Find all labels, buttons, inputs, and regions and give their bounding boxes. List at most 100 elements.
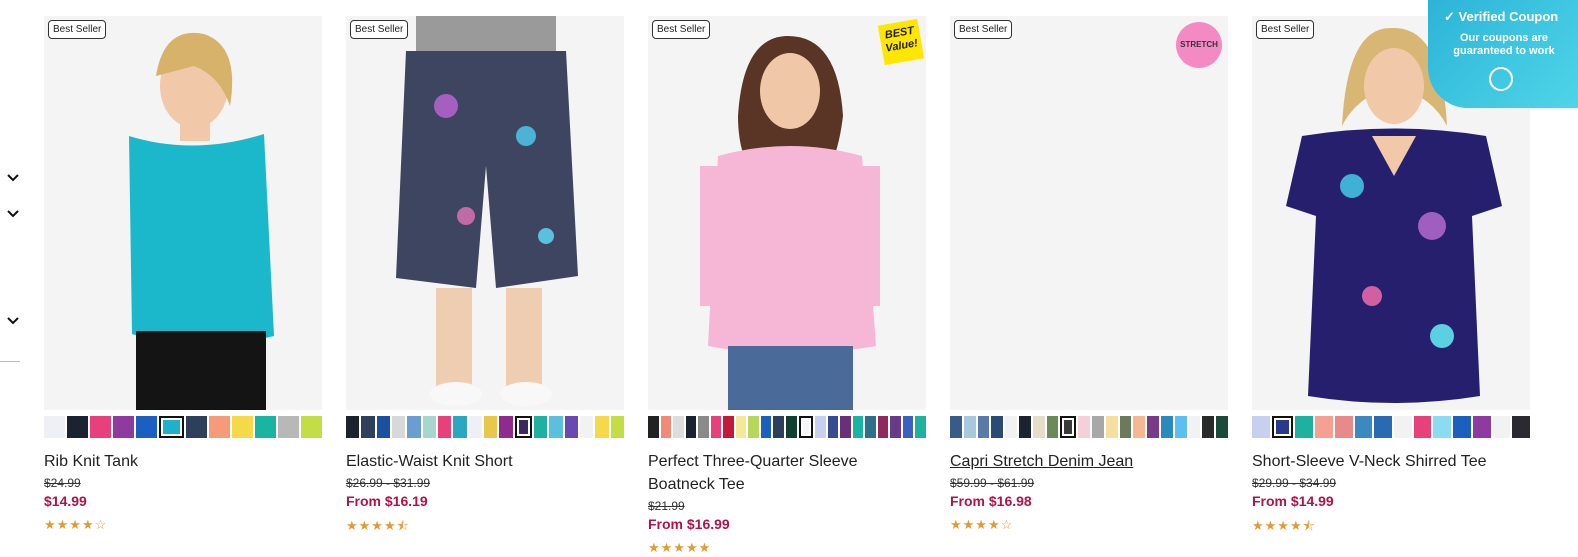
color-swatch[interactable]: [209, 416, 230, 438]
color-swatch[interactable]: [1078, 416, 1090, 438]
coupon-chat-icon[interactable]: [1489, 67, 1513, 91]
color-swatch[interactable]: [915, 416, 927, 438]
color-swatch[interactable]: [1060, 416, 1077, 438]
color-swatch[interactable]: [255, 416, 276, 438]
product-image[interactable]: Best Seller: [346, 16, 624, 410]
color-swatch[interactable]: [1315, 416, 1333, 438]
color-swatch[interactable]: [361, 416, 375, 438]
color-swatch[interactable]: [773, 416, 785, 438]
color-swatch[interactable]: [723, 416, 734, 438]
color-swatch[interactable]: [1216, 416, 1228, 438]
color-swatch[interactable]: [422, 416, 436, 438]
color-swatch[interactable]: [595, 416, 609, 438]
color-swatch[interactable]: [1334, 416, 1353, 438]
color-swatch[interactable]: [437, 416, 452, 438]
color-swatch[interactable]: [159, 416, 184, 438]
color-swatch[interactable]: [1252, 416, 1270, 438]
product-card[interactable]: Best Seller Elastic-Waist Knit Short $26…: [346, 16, 624, 539]
color-swatch[interactable]: [483, 416, 498, 438]
product-image[interactable]: Best Seller: [44, 16, 322, 410]
color-swatch[interactable]: [499, 416, 513, 438]
product-name[interactable]: Perfect Three-Quarter Sleeve Boatneck Te…: [648, 450, 926, 496]
color-swatch[interactable]: [852, 416, 864, 438]
color-swatch[interactable]: [90, 416, 111, 438]
product-card[interactable]: Best Seller BEST Value! Perfect Three-Qu…: [648, 16, 927, 556]
color-swatch[interactable]: [1032, 416, 1045, 438]
color-swatch[interactable]: [991, 416, 1004, 438]
product-name[interactable]: Capri Stretch Denim Jean: [950, 450, 1228, 473]
color-swatch[interactable]: [1018, 416, 1031, 438]
color-swatch[interactable]: [1147, 416, 1159, 438]
color-swatch[interactable]: [1174, 416, 1187, 438]
color-swatch[interactable]: [232, 416, 253, 438]
color-swatch[interactable]: [346, 416, 360, 438]
color-swatch[interactable]: [1433, 416, 1452, 438]
color-swatch[interactable]: [786, 416, 797, 438]
verified-coupon-widget[interactable]: ✓ Verified Coupon Our coupons are guaran…: [1428, 0, 1578, 108]
color-swatch[interactable]: [610, 416, 624, 438]
color-swatch[interactable]: [827, 416, 839, 438]
color-swatch[interactable]: [533, 416, 548, 438]
color-swatch[interactable]: [1354, 416, 1373, 438]
color-swatch[interactable]: [579, 416, 594, 438]
chevron-down-icon[interactable]: [6, 316, 20, 326]
color-swatch[interactable]: [549, 416, 563, 438]
color-swatch[interactable]: [468, 416, 482, 438]
color-swatch[interactable]: [1394, 416, 1412, 438]
color-swatch[interactable]: [1105, 416, 1118, 438]
product-image[interactable]: Best Seller BEST Value!: [648, 16, 926, 410]
color-swatch[interactable]: [798, 416, 814, 438]
color-swatch[interactable]: [1202, 416, 1215, 438]
color-swatch[interactable]: [673, 416, 684, 438]
color-swatch[interactable]: [301, 416, 322, 438]
color-swatch[interactable]: [1295, 416, 1314, 438]
product-name[interactable]: Elastic-Waist Knit Short: [346, 450, 624, 473]
color-swatch[interactable]: [977, 416, 990, 438]
chevron-down-icon[interactable]: [6, 209, 20, 219]
color-swatch[interactable]: [877, 416, 889, 438]
color-swatch[interactable]: [735, 416, 747, 438]
color-swatch[interactable]: [1160, 416, 1173, 438]
color-swatch[interactable]: [760, 416, 772, 438]
color-swatch[interactable]: [1374, 416, 1393, 438]
color-swatch[interactable]: [815, 416, 826, 438]
color-swatch[interactable]: [1472, 416, 1491, 438]
color-swatch[interactable]: [44, 416, 65, 438]
color-swatch[interactable]: [660, 416, 672, 438]
color-swatch[interactable]: [1512, 416, 1531, 438]
color-swatch[interactable]: [113, 416, 134, 438]
color-swatch[interactable]: [698, 416, 709, 438]
color-swatch[interactable]: [1091, 416, 1104, 438]
color-swatch[interactable]: [890, 416, 901, 438]
color-swatch[interactable]: [950, 416, 962, 438]
color-swatch[interactable]: [1492, 416, 1511, 438]
color-swatch[interactable]: [391, 416, 406, 438]
product-name[interactable]: Rib Knit Tank: [44, 450, 322, 473]
color-swatch[interactable]: [186, 416, 207, 438]
color-swatch[interactable]: [1005, 416, 1017, 438]
color-swatch[interactable]: [1453, 416, 1471, 438]
color-swatch[interactable]: [963, 416, 976, 438]
color-swatch[interactable]: [1188, 416, 1201, 438]
color-swatch[interactable]: [648, 416, 659, 438]
color-swatch[interactable]: [685, 416, 697, 438]
color-swatch[interactable]: [840, 416, 851, 438]
color-swatch[interactable]: [514, 416, 532, 438]
color-swatch[interactable]: [564, 416, 578, 438]
color-swatch[interactable]: [136, 416, 157, 438]
color-swatch[interactable]: [902, 416, 914, 438]
color-swatch[interactable]: [865, 416, 876, 438]
color-swatch[interactable]: [748, 416, 759, 438]
chevron-down-icon[interactable]: [6, 173, 20, 183]
color-swatch[interactable]: [1119, 416, 1132, 438]
color-swatch[interactable]: [1046, 416, 1059, 438]
color-swatch[interactable]: [710, 416, 722, 438]
color-swatch[interactable]: [1413, 416, 1432, 438]
color-swatch[interactable]: [1271, 416, 1294, 438]
color-swatch[interactable]: [376, 416, 390, 438]
product-name[interactable]: Short-Sleeve V-Neck Shirred Tee: [1252, 450, 1530, 473]
product-card[interactable]: Best Seller STRETCH Capri Stretch Denim …: [950, 16, 1228, 533]
color-swatch[interactable]: [407, 416, 421, 438]
color-swatch[interactable]: [278, 416, 299, 438]
color-swatch[interactable]: [67, 416, 88, 438]
